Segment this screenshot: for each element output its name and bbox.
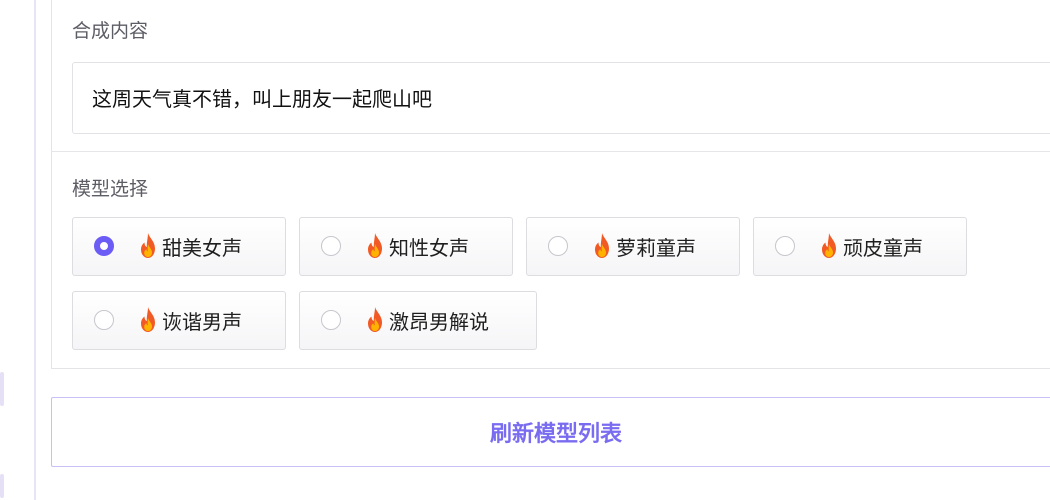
radio-button[interactable] [775, 236, 795, 256]
synthesis-text: 这周天气真不错，叫上朋友一起爬山吧 [92, 87, 432, 111]
model-option-sweet-female[interactable]: 甜美女声 [72, 217, 286, 276]
fire-icon [141, 233, 155, 258]
fire-icon [141, 307, 155, 332]
radio-button[interactable] [548, 236, 568, 256]
radio-button[interactable] [94, 310, 114, 330]
model-option-loli-child[interactable]: 萝莉童声 [526, 217, 740, 276]
radio-button[interactable] [321, 236, 341, 256]
fire-icon [368, 233, 382, 258]
synthesis-text-field[interactable]: 这周天气真不错，叫上朋友一起爬山吧 [72, 62, 1050, 134]
rail-marker [0, 474, 4, 498]
model-option-label: 诙谐男声 [162, 310, 242, 334]
model-option-label: 激昂男解说 [389, 310, 489, 334]
refresh-button-label: 刷新模型列表 [489, 422, 622, 447]
model-option-label: 甜美女声 [162, 236, 242, 260]
model-select-label: 模型选择 [72, 178, 149, 200]
fire-icon [595, 233, 609, 258]
fire-icon [822, 233, 836, 258]
synthesis-label: 合成内容 [72, 20, 149, 42]
model-option-label: 顽皮童声 [843, 236, 923, 260]
rail-marker [0, 372, 4, 406]
model-option-label: 知性女声 [389, 236, 469, 260]
fire-icon [368, 307, 382, 332]
radio-button[interactable] [94, 236, 114, 256]
refresh-model-list-button[interactable]: 刷新模型列表 [51, 397, 1050, 467]
model-option-humorous-male[interactable]: 诙谐男声 [72, 291, 286, 350]
radio-button[interactable] [321, 310, 341, 330]
section-divider [51, 151, 1050, 152]
left-rail [0, 0, 36, 500]
model-option-passionate-male-commentator[interactable]: 激昂男解说 [299, 291, 537, 350]
model-option-intellectual-female[interactable]: 知性女声 [299, 217, 513, 276]
model-option-label: 萝莉童声 [616, 236, 696, 260]
model-option-naughty-child[interactable]: 顽皮童声 [753, 217, 967, 276]
